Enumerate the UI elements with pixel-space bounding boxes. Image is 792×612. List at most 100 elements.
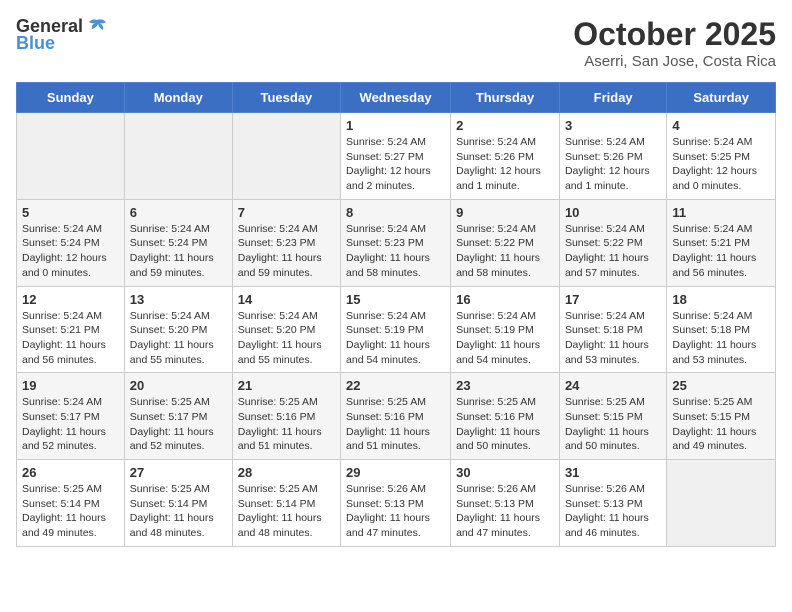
day-info: Sunrise: 5:26 AM Sunset: 5:13 PM Dayligh… (565, 482, 661, 541)
day-info: Sunrise: 5:24 AM Sunset: 5:19 PM Dayligh… (346, 309, 445, 368)
calendar-cell: 12Sunrise: 5:24 AM Sunset: 5:21 PM Dayli… (17, 286, 125, 373)
day-info: Sunrise: 5:24 AM Sunset: 5:18 PM Dayligh… (672, 309, 770, 368)
calendar-cell: 13Sunrise: 5:24 AM Sunset: 5:20 PM Dayli… (124, 286, 232, 373)
weekday-header: Sunday (17, 83, 125, 113)
day-info: Sunrise: 5:25 AM Sunset: 5:16 PM Dayligh… (456, 395, 554, 454)
calendar-cell: 9 Sunrise: 5:24 AM Sunset: 5:22 PM Daylig… (451, 199, 560, 286)
calendar-cell: 19 Sunrise: 5:24 AM Sunset: 5:17 PM Dayli… (17, 373, 125, 460)
day-number: 21 (238, 378, 335, 393)
weekday-header: Thursday (451, 83, 560, 113)
day-info: Sunrise: 5:24 AM Sunset: 5:24 PM Dayligh… (130, 222, 227, 281)
day-info: Sunrise: 5:26 AM Sunset: 5:13 PM Dayligh… (346, 482, 445, 541)
calendar-week-row: 1Sunrise: 5:24 AM Sunset: 5:27 PM Daylig… (17, 113, 776, 200)
calendar-cell: 1Sunrise: 5:24 AM Sunset: 5:27 PM Daylig… (341, 113, 451, 200)
day-number: 6 (130, 205, 227, 220)
calendar-cell: 24 Sunrise: 5:25 AM Sunset: 5:15 PM Dayli… (559, 373, 666, 460)
day-info: Sunrise: 5:24 AM Sunset: 5:22 PM Dayligh… (456, 222, 554, 281)
calendar-cell: 8Sunrise: 5:24 AM Sunset: 5:23 PM Daylig… (341, 199, 451, 286)
calendar-cell: 23 Sunrise: 5:25 AM Sunset: 5:16 PM Dayli… (451, 373, 560, 460)
day-info: Sunrise: 5:25 AM Sunset: 5:15 PM Dayligh… (672, 395, 770, 454)
calendar-cell (124, 113, 232, 200)
calendar-week-row: 5 Sunrise: 5:24 AM Sunset: 5:24 PM Daylig… (17, 199, 776, 286)
weekday-header: Monday (124, 83, 232, 113)
calendar-cell: 7Sunrise: 5:24 AM Sunset: 5:23 PM Daylig… (232, 199, 340, 286)
day-number: 8 (346, 205, 445, 220)
day-info: Sunrise: 5:24 AM Sunset: 5:26 PM Dayligh… (565, 135, 661, 194)
day-number: 19 (22, 378, 119, 393)
day-info: Sunrise: 5:24 AM Sunset: 5:24 PM Dayligh… (22, 222, 119, 281)
location: Aserri, San Jose, Costa Rica (573, 53, 776, 70)
day-number: 2 (456, 118, 554, 133)
calendar-cell: 18 Sunrise: 5:24 AM Sunset: 5:18 PM Dayli… (667, 286, 776, 373)
calendar-cell: 26 Sunrise: 5:25 AM Sunset: 5:14 PM Dayli… (17, 460, 125, 547)
day-info: Sunrise: 5:26 AM Sunset: 5:13 PM Dayligh… (456, 482, 554, 541)
day-info: Sunrise: 5:24 AM Sunset: 5:18 PM Dayligh… (565, 309, 661, 368)
day-info: Sunrise: 5:24 AM Sunset: 5:25 PM Dayligh… (672, 135, 770, 194)
day-number: 27 (130, 465, 227, 480)
logo-blue: Blue (16, 33, 55, 54)
calendar-cell: 2 Sunrise: 5:24 AM Sunset: 5:26 PM Daylig… (451, 113, 560, 200)
day-info: Sunrise: 5:24 AM Sunset: 5:21 PM Dayligh… (672, 222, 770, 281)
calendar-week-row: 19 Sunrise: 5:24 AM Sunset: 5:17 PM Dayli… (17, 373, 776, 460)
page-header: General Blue October 2025 Aserri, San Jo… (16, 16, 776, 70)
calendar-cell: 28 Sunrise: 5:25 AM Sunset: 5:14 PM Dayli… (232, 460, 340, 547)
day-info: Sunrise: 5:25 AM Sunset: 5:15 PM Dayligh… (565, 395, 661, 454)
day-number: 25 (672, 378, 770, 393)
calendar-cell: 10Sunrise: 5:24 AM Sunset: 5:22 PM Dayli… (559, 199, 666, 286)
day-number: 29 (346, 465, 445, 480)
day-info: Sunrise: 5:24 AM Sunset: 5:20 PM Dayligh… (130, 309, 227, 368)
weekday-header: Wednesday (341, 83, 451, 113)
calendar-cell: 15 Sunrise: 5:24 AM Sunset: 5:19 PM Dayli… (341, 286, 451, 373)
calendar-week-row: 12Sunrise: 5:24 AM Sunset: 5:21 PM Dayli… (17, 286, 776, 373)
weekday-header-row: SundayMondayTuesdayWednesdayThursdayFrid… (17, 83, 776, 113)
calendar-cell: 21 Sunrise: 5:25 AM Sunset: 5:16 PM Dayli… (232, 373, 340, 460)
day-number: 26 (22, 465, 119, 480)
calendar-cell: 3Sunrise: 5:24 AM Sunset: 5:26 PM Daylig… (559, 113, 666, 200)
day-number: 18 (672, 292, 770, 307)
day-info: Sunrise: 5:24 AM Sunset: 5:27 PM Dayligh… (346, 135, 445, 194)
calendar-cell (232, 113, 340, 200)
calendar-cell: 4Sunrise: 5:24 AM Sunset: 5:25 PM Daylig… (667, 113, 776, 200)
day-info: Sunrise: 5:24 AM Sunset: 5:23 PM Dayligh… (238, 222, 335, 281)
calendar-cell: 11 Sunrise: 5:24 AM Sunset: 5:21 PM Dayli… (667, 199, 776, 286)
calendar-cell: 20Sunrise: 5:25 AM Sunset: 5:17 PM Dayli… (124, 373, 232, 460)
calendar-cell: 27 Sunrise: 5:25 AM Sunset: 5:14 PM Dayli… (124, 460, 232, 547)
calendar-cell: 30 Sunrise: 5:26 AM Sunset: 5:13 PM Dayli… (451, 460, 560, 547)
calendar-cell: 29 Sunrise: 5:26 AM Sunset: 5:13 PM Dayli… (341, 460, 451, 547)
day-info: Sunrise: 5:24 AM Sunset: 5:17 PM Dayligh… (22, 395, 119, 454)
day-number: 24 (565, 378, 661, 393)
month-title: October 2025 (573, 16, 776, 53)
day-number: 15 (346, 292, 445, 307)
calendar-cell: 25 Sunrise: 5:25 AM Sunset: 5:15 PM Dayli… (667, 373, 776, 460)
title-section: October 2025 Aserri, San Jose, Costa Ric… (573, 16, 776, 70)
day-info: Sunrise: 5:25 AM Sunset: 5:14 PM Dayligh… (238, 482, 335, 541)
day-number: 5 (22, 205, 119, 220)
day-info: Sunrise: 5:24 AM Sunset: 5:20 PM Dayligh… (238, 309, 335, 368)
calendar-cell: 22Sunrise: 5:25 AM Sunset: 5:16 PM Dayli… (341, 373, 451, 460)
logo: General Blue (16, 16, 108, 54)
calendar-cell: 16 Sunrise: 5:24 AM Sunset: 5:19 PM Dayli… (451, 286, 560, 373)
day-info: Sunrise: 5:25 AM Sunset: 5:14 PM Dayligh… (130, 482, 227, 541)
calendar-cell: 6 Sunrise: 5:24 AM Sunset: 5:24 PM Daylig… (124, 199, 232, 286)
day-number: 16 (456, 292, 554, 307)
day-number: 30 (456, 465, 554, 480)
day-number: 14 (238, 292, 335, 307)
weekday-header: Tuesday (232, 83, 340, 113)
day-number: 23 (456, 378, 554, 393)
day-number: 11 (672, 205, 770, 220)
day-number: 10 (565, 205, 661, 220)
day-number: 31 (565, 465, 661, 480)
weekday-header: Friday (559, 83, 666, 113)
day-info: Sunrise: 5:25 AM Sunset: 5:16 PM Dayligh… (238, 395, 335, 454)
day-info: Sunrise: 5:24 AM Sunset: 5:19 PM Dayligh… (456, 309, 554, 368)
calendar-cell: 17Sunrise: 5:24 AM Sunset: 5:18 PM Dayli… (559, 286, 666, 373)
day-info: Sunrise: 5:25 AM Sunset: 5:17 PM Dayligh… (130, 395, 227, 454)
day-info: Sunrise: 5:24 AM Sunset: 5:26 PM Dayligh… (456, 135, 554, 194)
day-number: 9 (456, 205, 554, 220)
day-number: 28 (238, 465, 335, 480)
day-number: 12 (22, 292, 119, 307)
day-info: Sunrise: 5:25 AM Sunset: 5:14 PM Dayligh… (22, 482, 119, 541)
day-number: 22 (346, 378, 445, 393)
calendar-week-row: 26 Sunrise: 5:25 AM Sunset: 5:14 PM Dayli… (17, 460, 776, 547)
calendar-cell: 5 Sunrise: 5:24 AM Sunset: 5:24 PM Daylig… (17, 199, 125, 286)
